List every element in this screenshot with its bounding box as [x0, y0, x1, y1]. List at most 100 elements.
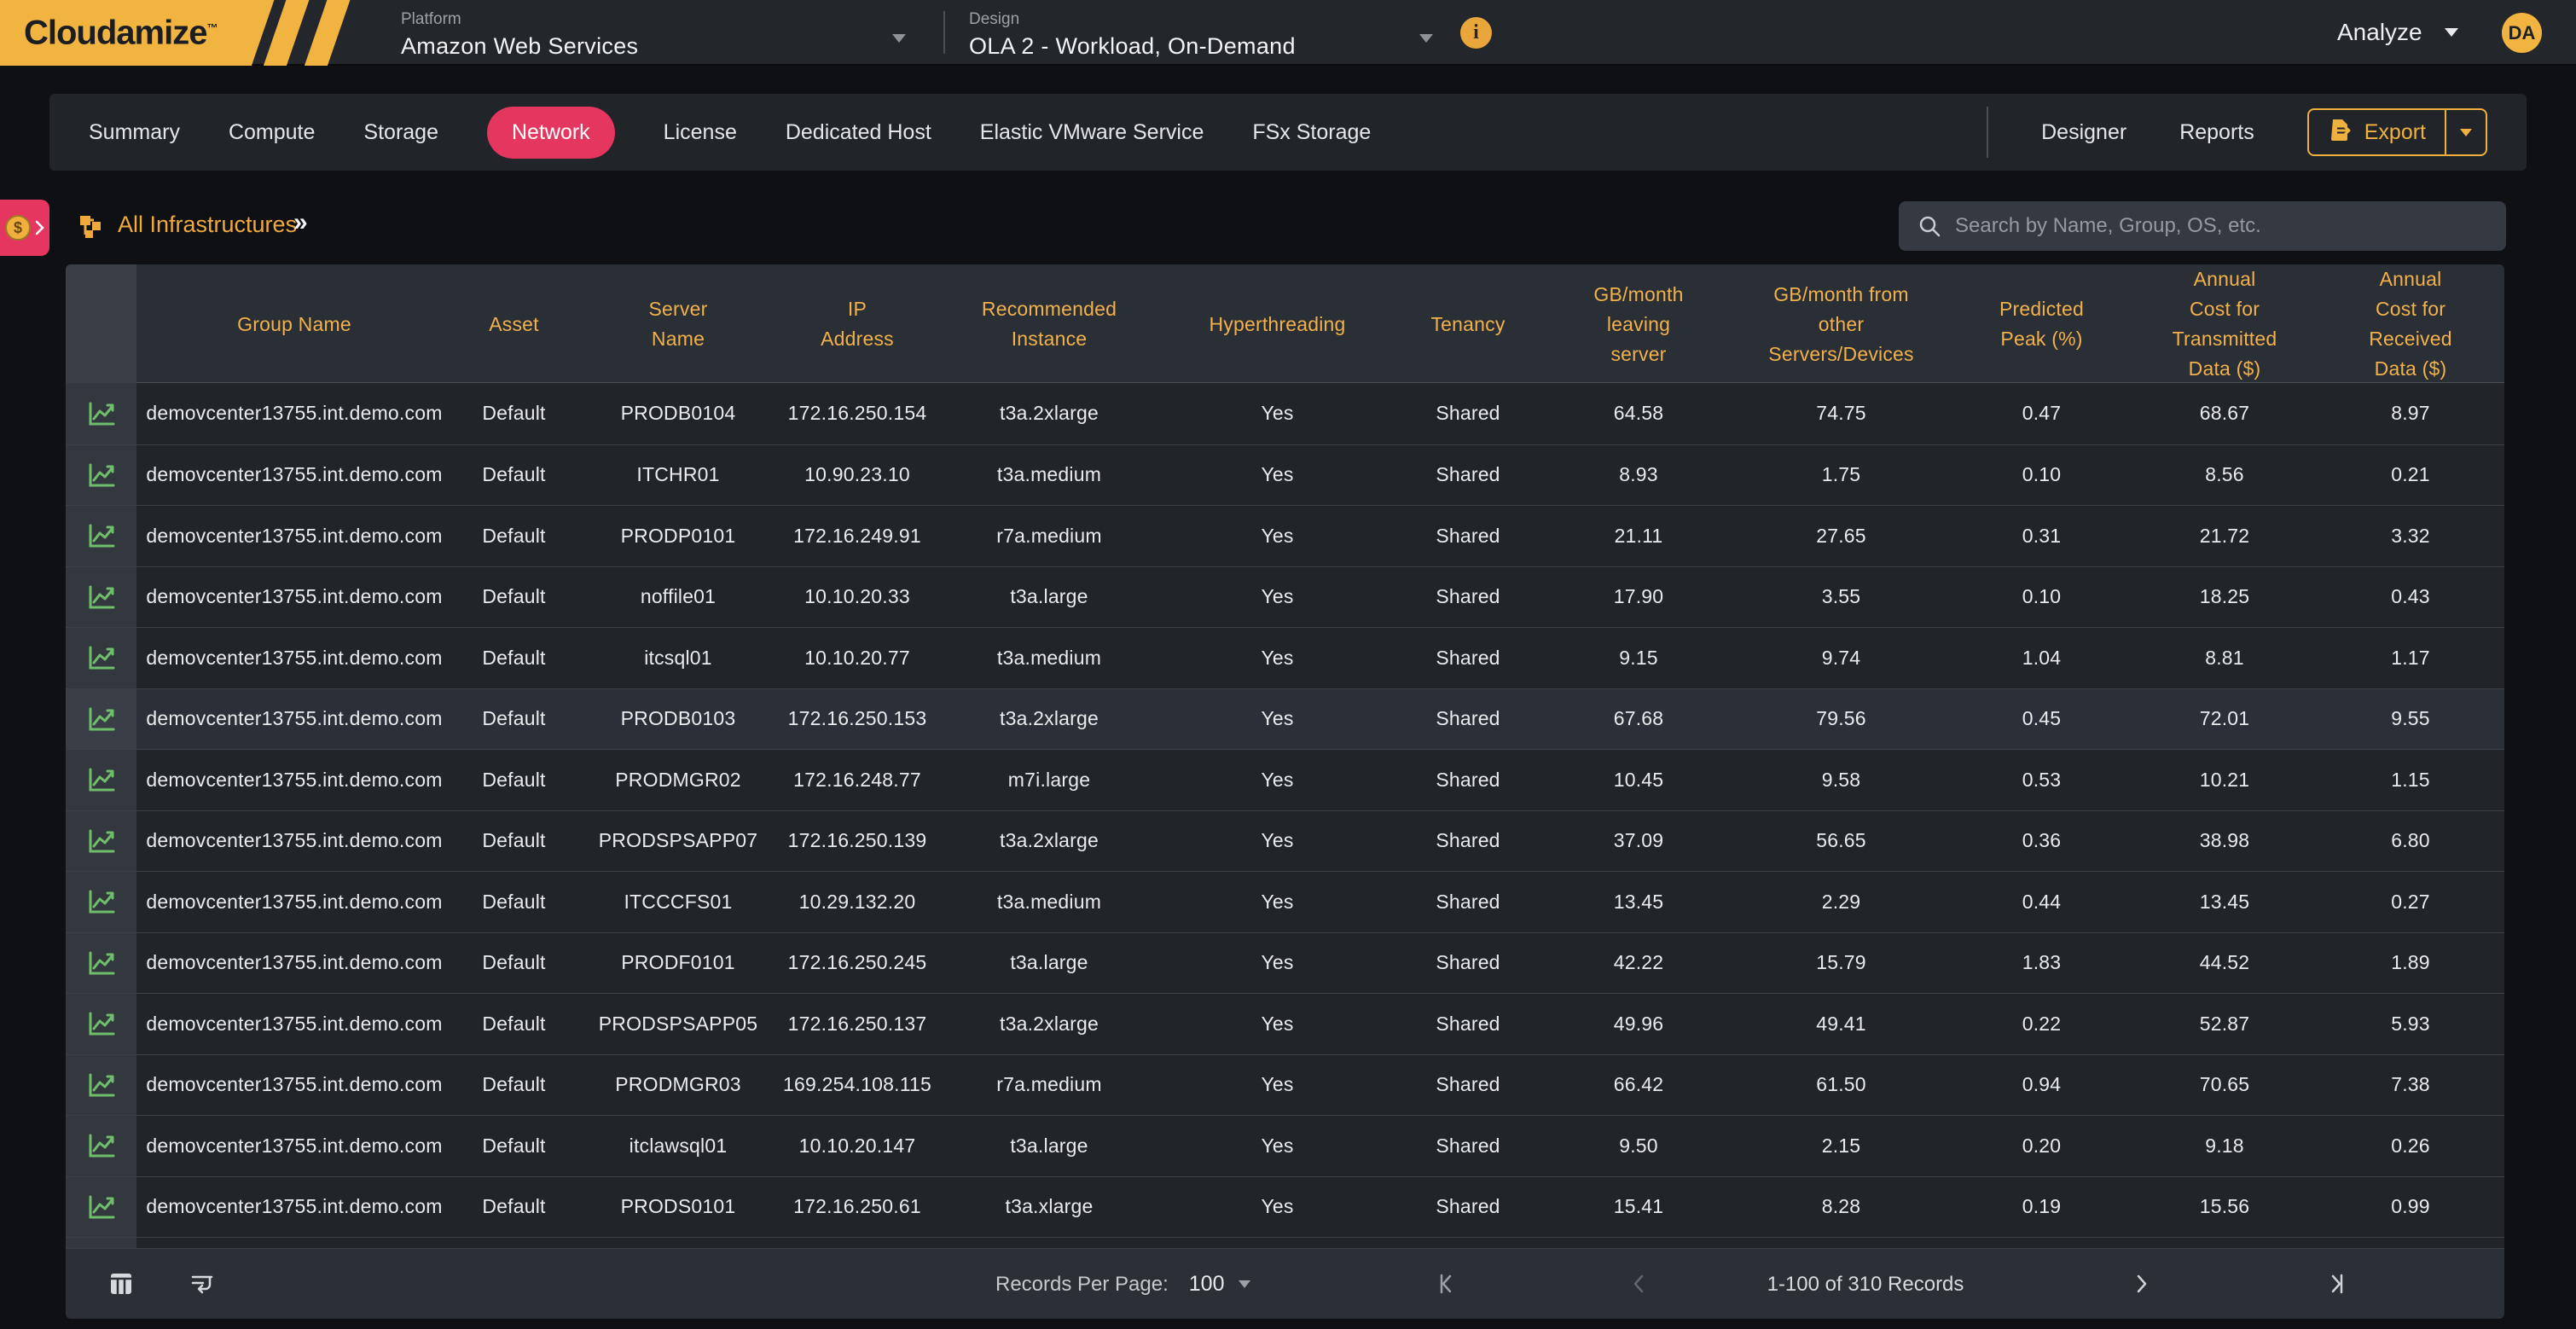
cell-hyperthreading: Yes: [1164, 872, 1390, 932]
line-chart-icon[interactable]: [87, 767, 116, 792]
cell-hyperthreading: Yes: [1164, 628, 1390, 688]
cell-tenancy: Shared: [1390, 811, 1546, 872]
table-row[interactable]: demovcenter13755.int.demo.comDefaultPROD…: [66, 688, 2504, 750]
cell-predicted-peak: 0.47: [1951, 383, 2132, 444]
table-row[interactable]: demovcenter13755.int.demo.comDefaultPROD…: [66, 1176, 2504, 1238]
top-bar: Cloudamize™ Platform Amazon Web Services…: [0, 0, 2576, 66]
nav-link-designer[interactable]: Designer: [2041, 120, 2126, 145]
column-header-server-name[interactable]: Server Name: [576, 264, 780, 384]
cell-gb-leaving: 67.68: [1546, 689, 1732, 750]
table-row[interactable]: demovcenter13755.int.demo.comDefaultPROD…: [66, 505, 2504, 566]
cell-instance: t3a.large: [934, 1116, 1164, 1176]
cell-predicted-peak: 0.10: [1951, 445, 2132, 506]
table-row[interactable]: demovcenter13755.int.demo.comDefaultitcs…: [66, 627, 2504, 688]
cell-gb-leaving: 9.50: [1546, 1116, 1732, 1176]
row-chart-cell: [66, 689, 136, 750]
breadcrumb[interactable]: All Infrastructures: [118, 212, 297, 238]
column-header-hyperthreading[interactable]: Hyperthreading: [1164, 264, 1390, 384]
chevron-down-icon[interactable]: [892, 34, 906, 43]
tab-fsx-storage[interactable]: FSx Storage: [1252, 120, 1371, 145]
nav-link-reports[interactable]: Reports: [2179, 120, 2254, 145]
line-chart-icon[interactable]: [87, 1133, 116, 1158]
line-chart-icon[interactable]: [87, 645, 116, 670]
search-input[interactable]: [1955, 214, 2467, 238]
export-main[interactable]: Export: [2309, 118, 2445, 148]
tab-compute[interactable]: Compute: [229, 120, 315, 145]
line-chart-icon[interactable]: [87, 1194, 116, 1220]
column-header-ip-address[interactable]: IP Address: [780, 264, 934, 384]
records-per-page-select[interactable]: 100: [1189, 1272, 1250, 1297]
line-chart-icon[interactable]: [87, 462, 116, 488]
column-header-annual-cost-for-received-data[interactable]: Annual Cost for Received Data ($): [2317, 264, 2504, 384]
export-dropdown-button[interactable]: [2446, 129, 2486, 136]
tab-dedicated-host[interactable]: Dedicated Host: [786, 120, 931, 145]
column-header-group-name[interactable]: Group Name: [136, 264, 452, 384]
table-row[interactable]: demovcenter13755.int.demo.comDefaultPROD…: [66, 993, 2504, 1054]
column-header-annual-cost-for-transmitted-data[interactable]: Annual Cost for Transmitted Data ($): [2132, 264, 2317, 384]
table-row[interactable]: demovcenter13755.int.demo.comDefaultnoff…: [66, 566, 2504, 628]
tab-summary[interactable]: Summary: [89, 120, 180, 145]
line-chart-icon[interactable]: [87, 828, 116, 854]
table-row[interactable]: demovcenter13755.int.demo.comDefaultPROD…: [66, 1054, 2504, 1116]
tab-network[interactable]: Network: [487, 107, 615, 159]
analyze-menu[interactable]: Analyze: [2337, 19, 2458, 46]
table-row[interactable]: demovcenter13755.int.demo.comDefaultITCC…: [66, 871, 2504, 932]
column-header-tenancy[interactable]: Tenancy: [1390, 264, 1546, 384]
tab-license[interactable]: License: [664, 120, 737, 145]
column-header-gb-month-from-other-servers-devices[interactable]: GB/month from other Servers/Devices: [1732, 264, 1951, 384]
cell-server: PRODP0101: [576, 506, 780, 566]
cell-gb-leaving: 42.22: [1546, 933, 1732, 994]
line-chart-icon[interactable]: [87, 950, 116, 976]
cell-tenancy: Shared: [1390, 1055, 1546, 1116]
column-header-recommended-instance[interactable]: Recommended Instance: [934, 264, 1164, 384]
cell-gb-other: 9.58: [1732, 750, 1951, 810]
cell-tenancy: Shared: [1390, 689, 1546, 750]
cell-gb-other: 49.41: [1732, 994, 1951, 1054]
cloudamize-logo[interactable]: Cloudamize™: [0, 0, 401, 66]
row-chart-cell: [66, 1177, 136, 1238]
table-row[interactable]: demovcenter13755.int.demo.comDefaultPROD…: [66, 932, 2504, 994]
next-page-button[interactable]: [2130, 1273, 2152, 1299]
cell-tenancy: Shared: [1390, 872, 1546, 932]
cell-server: PRODSPSAPP07: [576, 811, 780, 872]
cell-server: PRODF0101: [576, 933, 780, 994]
column-header-gb-month-leaving-server[interactable]: GB/month leaving server: [1546, 264, 1732, 384]
column-header-asset[interactable]: Asset: [452, 264, 576, 384]
tab-elastic-vmware-service[interactable]: Elastic VMware Service: [980, 120, 1204, 145]
line-chart-icon[interactable]: [87, 889, 116, 914]
chevron-down-icon[interactable]: [1419, 34, 1433, 43]
first-page-button[interactable]: [1435, 1273, 1457, 1299]
cell-cost-received: 0.27: [2317, 872, 2504, 932]
table-row[interactable]: demovcenter13755.int.demo.comDefaultPROD…: [66, 810, 2504, 872]
line-chart-icon[interactable]: [87, 706, 116, 732]
column-header-predicted-peak[interactable]: Predicted Peak (%): [1951, 264, 2132, 384]
table-row[interactable]: demovcenter13755.int.demo.comDefaultITCH…: [66, 444, 2504, 506]
line-chart-icon[interactable]: [87, 1072, 116, 1098]
cell-cost-transmitted: 44.52: [2132, 933, 2317, 994]
cost-panel-toggle[interactable]: $: [0, 200, 49, 256]
tab-storage[interactable]: Storage: [363, 120, 438, 145]
cell-tenancy: Shared: [1390, 628, 1546, 688]
info-icon[interactable]: i: [1460, 17, 1492, 49]
cell-gb-leaving: 10.45: [1546, 750, 1732, 810]
design-selector[interactable]: Design OLA 2 - Workload, On-Demand: [969, 10, 1413, 60]
table-row[interactable]: demovcenter13755.int.demo.comDefaultitcl…: [66, 1115, 2504, 1176]
table-row[interactable]: demovcenter13755.int.demo.comDefaultPROD…: [66, 749, 2504, 810]
avatar[interactable]: DA: [2502, 13, 2542, 53]
line-chart-icon[interactable]: [87, 523, 116, 548]
cell-cost-received: 1.89: [2317, 933, 2504, 994]
breadcrumb-expand-chevrons[interactable]: »: [293, 208, 308, 237]
cell-ip: 10.10.20.77: [780, 628, 934, 688]
line-chart-icon[interactable]: [87, 584, 116, 610]
column-settings-icon[interactable]: [108, 1271, 134, 1301]
row-grouping-icon[interactable]: [189, 1271, 215, 1301]
cell-ip: 172.16.250.154: [780, 383, 934, 444]
table-row[interactable]: demovcenter13755.int.demo.comDefaultPROD…: [66, 383, 2504, 444]
last-page-button[interactable]: [2326, 1273, 2348, 1299]
cell-cost-transmitted: 70.65: [2132, 1055, 2317, 1116]
line-chart-icon[interactable]: [87, 401, 116, 427]
previous-page-button[interactable]: [1628, 1273, 1651, 1299]
export-button[interactable]: Export: [2307, 108, 2487, 156]
platform-selector[interactable]: Platform Amazon Web Services: [401, 10, 879, 60]
line-chart-icon[interactable]: [87, 1011, 116, 1036]
